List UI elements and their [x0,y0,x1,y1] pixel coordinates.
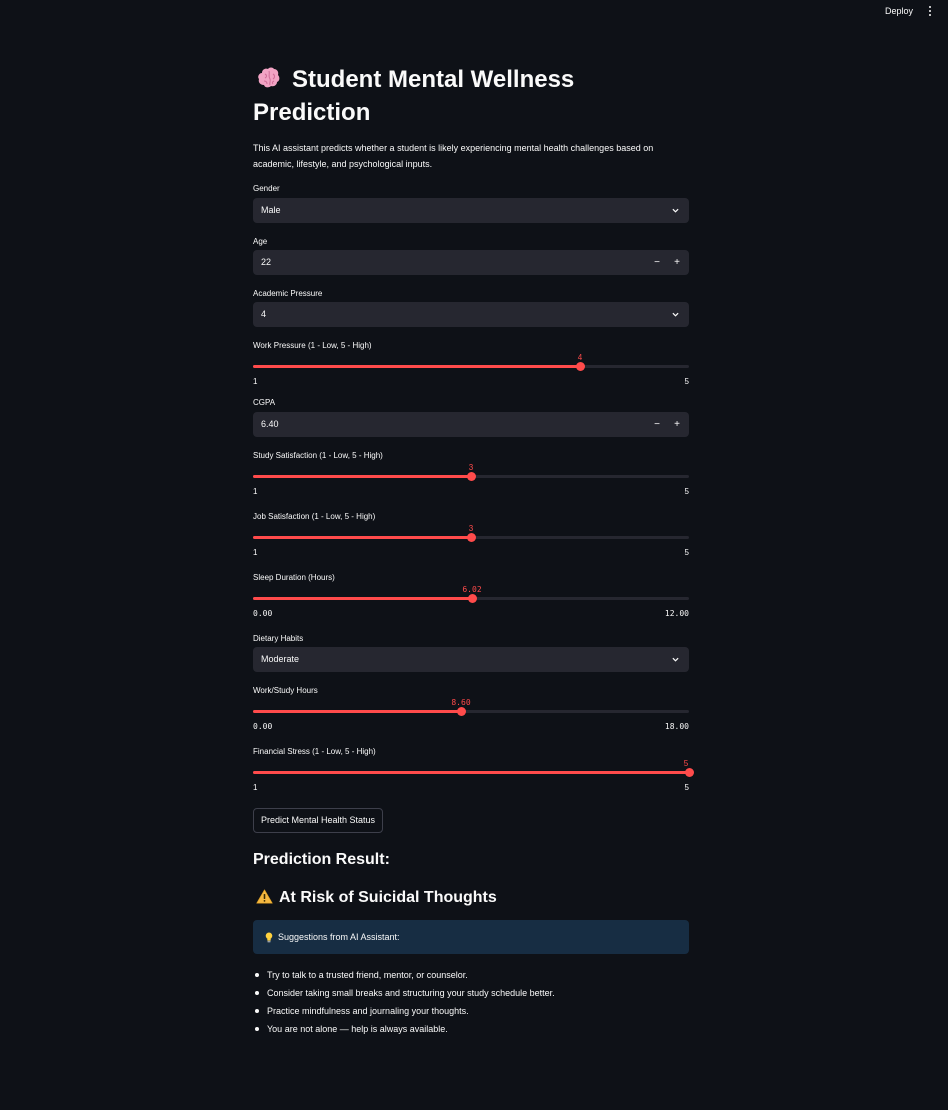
prediction-status-text: At Risk of Suicidal Thoughts [279,889,497,906]
job-satisfaction-label: Job Satisfaction (1 - Low, 5 - High) [253,512,376,521]
description: This AI assistant predicts whether a stu… [253,143,654,169]
list-item: Practice mindfulness and journaling your… [253,1002,689,1020]
cgpa-label: CGPA [253,398,276,407]
list-item: Consider taking small breaks and structu… [253,984,689,1002]
suggestions-info-text: Suggestions from AI Assistant: [278,932,400,942]
study-satisfaction-slider[interactable]: 3 1 5 [253,463,689,499]
slider-fill [253,536,471,539]
warning-icon [256,889,273,904]
dietary-habits-value: Moderate [261,654,300,664]
slider-max: 12.00 [664,609,689,618]
work-study-hours-label: Work/Study Hours [253,686,318,695]
dietary-habits-label: Dietary Habits [253,634,304,643]
work-pressure-label: Work Pressure (1 - Low, 5 - High) [253,341,372,350]
financial-stress-slider[interactable]: 5 1 5 [253,759,694,795]
slider-min: 0.00 [253,609,273,618]
suggestions-info-box: Suggestions from AI Assistant: [253,920,689,954]
slider-thumb[interactable] [576,362,585,371]
age-value: 22 [261,257,272,267]
gender-label: Gender [253,184,280,193]
slider-current-value: 3 [468,463,474,472]
slider-min: 1 [253,783,258,792]
slider-thumb[interactable] [468,594,477,603]
cgpa-value: 6.40 [261,419,279,429]
dietary-habits-select[interactable]: Moderate [253,647,689,672]
kebab-menu-icon[interactable] [927,5,933,17]
job-satisfaction-slider[interactable]: 3 1 5 [253,524,689,560]
slider-thumb[interactable] [685,768,694,777]
top-bar: Deploy [0,0,948,24]
chevron-down-icon [672,208,679,213]
slider-fill [253,475,471,478]
prediction-status: At Risk of Suicidal Thoughts [256,889,497,907]
deploy-button[interactable]: Deploy [885,6,913,16]
academic-pressure-select[interactable]: 4 [253,302,689,327]
brain-icon [258,67,280,88]
cgpa-increment-button[interactable]: + [672,412,682,437]
list-item: Try to talk to a trusted friend, mentor,… [253,966,689,984]
academic-pressure-label: Academic Pressure [253,289,323,298]
slider-thumb[interactable] [467,533,476,542]
lightbulb-icon [265,932,273,943]
slider-max: 18.00 [664,722,689,731]
age-label: Age [253,237,268,246]
slider-current-value: 5 [683,759,689,768]
cgpa-input[interactable]: 6.40 − + [253,412,689,437]
study-satisfaction-label: Study Satisfaction (1 - Low, 5 - High) [253,451,383,460]
slider-max: 5 [684,377,689,386]
slider-min: 0.00 [253,722,273,731]
sleep-duration-label: Sleep Duration (Hours) [253,573,335,582]
slider-max: 5 [684,548,689,557]
list-item: You are not alone — help is always avail… [253,1020,689,1038]
financial-stress-label: Financial Stress (1 - Low, 5 - High) [253,747,376,756]
predict-button[interactable]: Predict Mental Health Status [253,808,384,833]
slider-max: 5 [684,783,689,792]
slider-min: 1 [253,377,258,386]
slider-current-value: 3 [468,524,474,533]
work-pressure-slider[interactable]: 4 1 5 [253,353,689,389]
slider-min: 1 [253,548,258,557]
gender-select[interactable]: Male [253,198,689,223]
slider-current-value: 6.02 [462,585,482,594]
slider-fill [253,771,689,774]
cgpa-decrement-button[interactable]: − [652,412,662,437]
title-line-1: Student Mental Wellness [292,66,575,93]
gender-value: Male [261,205,281,215]
sleep-duration-slider[interactable]: 6.02 0.00 12.00 [253,585,689,621]
slider-max: 5 [684,487,689,496]
slider-current-value: 4 [577,353,583,362]
slider-min: 1 [253,487,258,496]
suggestions-list: Try to talk to a trusted friend, mentor,… [253,966,689,1038]
title-line-2: Prediction [253,99,371,126]
age-increment-button[interactable]: + [672,250,682,275]
chevron-down-icon [672,312,679,317]
chevron-down-icon [672,657,679,662]
slider-thumb[interactable] [457,707,466,716]
work-study-hours-slider[interactable]: 8.60 0.00 18.00 [253,698,689,734]
age-decrement-button[interactable]: − [652,250,662,275]
age-input[interactable]: 22 − + [253,250,689,275]
slider-fill [253,365,580,368]
slider-fill [253,710,461,713]
slider-fill [253,597,472,600]
prediction-result-heading: Prediction Result: [253,851,390,868]
slider-thumb[interactable] [467,472,476,481]
academic-pressure-value: 4 [261,309,267,319]
slider-current-value: 8.60 [451,698,471,707]
page-title: Student Mental Wellness Prediction [253,63,689,129]
